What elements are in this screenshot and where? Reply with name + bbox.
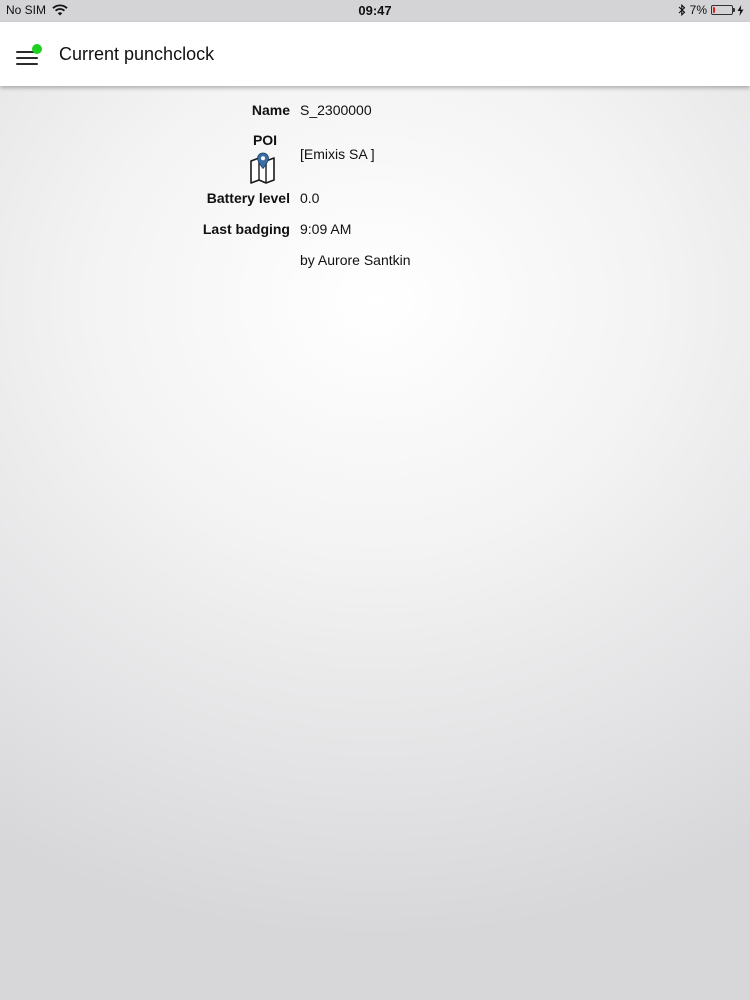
battery-level-value: 0.0 — [300, 190, 320, 206]
last-badging-by: by Aurore Santkin — [300, 252, 411, 268]
status-time: 09:47 — [358, 3, 392, 18]
last-badging-label: Last badging — [202, 221, 290, 237]
status-right: 7% — [678, 3, 744, 17]
detail-row-name: Name S_2300000 — [0, 98, 750, 124]
detail-row-battery: Battery level 0.0 — [0, 186, 750, 212]
menu-button[interactable] — [12, 42, 44, 70]
battery-percent: 7% — [689, 3, 707, 17]
online-status-dot — [32, 44, 42, 54]
bluetooth-icon — [678, 4, 685, 16]
battery-level-label: Battery level — [206, 190, 290, 206]
name-label: Name — [251, 102, 290, 118]
last-badging-time: 9:09 AM — [300, 221, 352, 237]
status-bar: No SIM 09:47 7% — [0, 0, 750, 22]
name-value: S_2300000 — [300, 102, 372, 118]
poi-value: [Emixis SA ] — [300, 146, 375, 162]
charging-icon — [737, 4, 744, 16]
battery-icon — [711, 5, 735, 15]
detail-row-last-badging-by: by Aurore Santkin — [0, 248, 750, 274]
page-title: Current punchclock — [59, 44, 215, 64]
detail-row-last-badging: Last badging 9:09 AM — [0, 217, 750, 243]
detail-row-poi: [Emixis SA ] — [0, 142, 750, 168]
app-header: Current punchclock — [0, 22, 750, 86]
battery-fill — [713, 7, 715, 13]
